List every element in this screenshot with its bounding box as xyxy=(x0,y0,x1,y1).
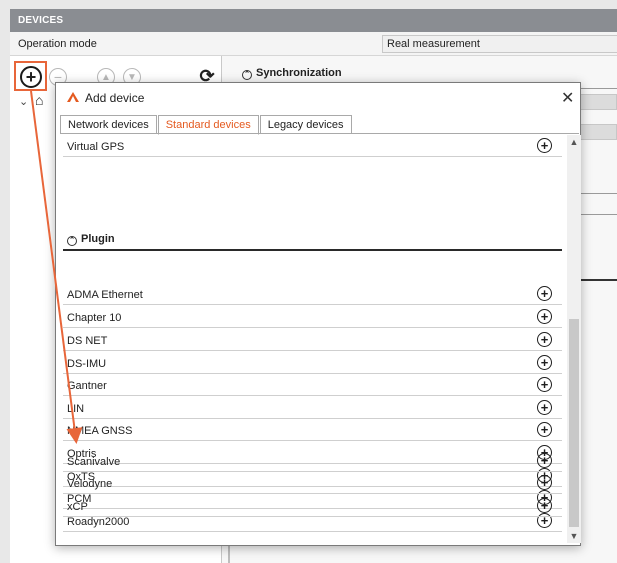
device-name: Virtual GPS xyxy=(67,141,125,153)
home-icon: ⌂ xyxy=(35,92,44,108)
add-device-plus-icon[interactable]: + xyxy=(537,400,552,415)
background-divider xyxy=(580,193,617,194)
background-divider xyxy=(580,88,617,89)
device-name: DS-IMU xyxy=(67,358,107,370)
add-device-plus-icon[interactable]: + xyxy=(537,286,552,301)
synchronization-label: Synchronization xyxy=(256,67,342,79)
add-device-plus-icon[interactable]: + xyxy=(537,309,552,324)
tree-expand-chevron-icon[interactable]: ⌄ xyxy=(19,95,28,108)
device-name: Velodyne xyxy=(67,478,113,490)
operation-mode-select[interactable]: Real measurement xyxy=(382,35,617,53)
list-item: DS NET + xyxy=(63,329,562,351)
operation-mode-label: Operation mode xyxy=(18,38,97,50)
tab-standard-devices[interactable]: Standard devices xyxy=(157,115,259,135)
device-name: xCP xyxy=(67,501,88,513)
list-item: Chapter 10 + xyxy=(63,306,562,328)
plugin-section-label: Plugin xyxy=(81,233,115,245)
list-item: Velodyne + xyxy=(63,472,562,494)
list-item: NMEA GNSS + xyxy=(63,419,562,441)
add-device-plus-icon[interactable]: + xyxy=(537,332,552,347)
device-type-tabs: Network devices Standard devices Legacy … xyxy=(60,115,353,135)
device-name: Scanivalve xyxy=(67,456,121,468)
add-device-plus-icon[interactable]: + xyxy=(537,355,552,370)
list-item: LIN + xyxy=(63,397,562,419)
add-device-plus-icon[interactable]: + xyxy=(537,498,552,513)
background-field xyxy=(580,94,617,110)
app-logo-icon xyxy=(67,92,79,102)
collapse-circle-icon: ⌃ xyxy=(67,236,77,246)
tab-divider xyxy=(60,133,579,134)
device-name: Roadyn2000 xyxy=(67,516,130,528)
device-name: LIN xyxy=(67,403,85,415)
plugin-section-header[interactable]: ⌃ Plugin xyxy=(67,233,115,246)
list-scrollbar[interactable]: ▲ ▼ xyxy=(567,135,581,543)
background-field xyxy=(580,124,617,140)
add-device-dialog: Add device ✕ Network devices Standard de… xyxy=(55,82,581,546)
list-item: ADMA Ethernet + xyxy=(63,283,562,305)
device-name: DS NET xyxy=(67,335,108,347)
add-device-plus-icon[interactable]: + xyxy=(537,422,552,437)
synchronization-section-header[interactable]: ⌃ Synchronization xyxy=(242,67,342,80)
add-button-highlight xyxy=(14,61,47,91)
device-name: Gantner xyxy=(67,380,107,392)
tab-network-devices[interactable]: Network devices xyxy=(60,115,157,134)
add-device-plus-icon[interactable]: + xyxy=(537,475,552,490)
list-item: Scanivalve + xyxy=(63,450,562,472)
device-name: Chapter 10 xyxy=(67,312,122,324)
scrollbar-thumb[interactable] xyxy=(569,319,579,527)
list-item: DS-IMU + xyxy=(63,352,562,374)
operation-mode-row: Operation mode Real measurement xyxy=(10,32,617,56)
list-item: Gantner + xyxy=(63,374,562,396)
scroll-down-arrow-icon[interactable]: ▼ xyxy=(567,529,581,543)
devices-panel-header: DEVICES xyxy=(10,9,617,32)
add-device-plus-icon[interactable]: + xyxy=(537,377,552,392)
close-icon[interactable]: ✕ xyxy=(561,88,574,108)
scroll-up-arrow-icon[interactable]: ▲ xyxy=(567,135,581,149)
tab-legacy-devices[interactable]: Legacy devices xyxy=(259,115,352,134)
collapse-circle-icon: ⌃ xyxy=(242,70,252,80)
section-divider xyxy=(63,249,562,251)
add-device-plus-icon[interactable]: + xyxy=(537,138,552,153)
device-name: NMEA GNSS xyxy=(67,425,133,437)
background-divider xyxy=(580,214,617,215)
list-item-virtual-gps: Virtual GPS + xyxy=(63,135,562,157)
background-divider xyxy=(580,279,617,281)
add-device-plus-icon[interactable]: + xyxy=(537,453,552,468)
device-name: ADMA Ethernet xyxy=(67,289,143,301)
dialog-title: Add device xyxy=(85,91,145,105)
list-item: xCP + xyxy=(63,495,562,517)
